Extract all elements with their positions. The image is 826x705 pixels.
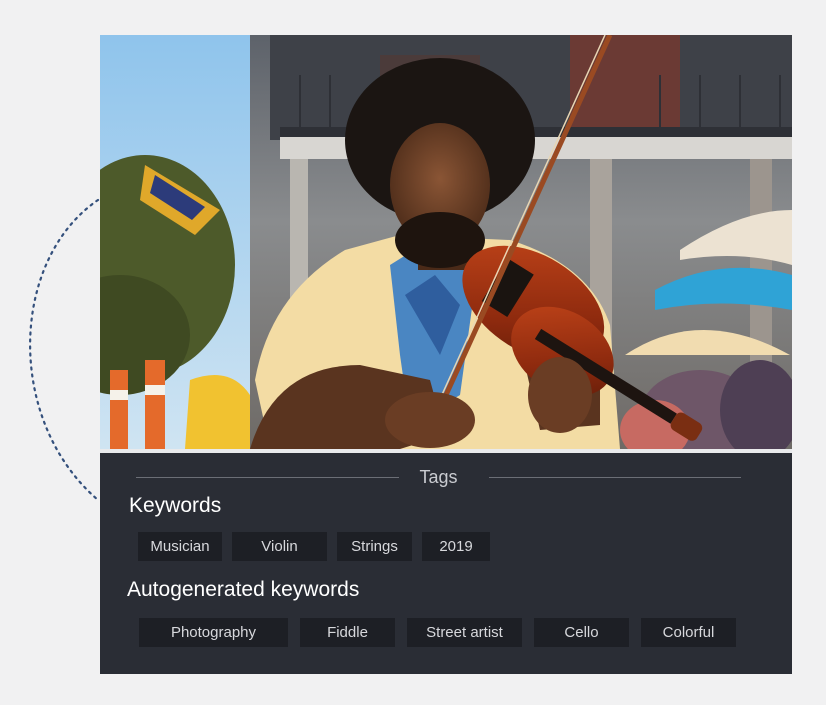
tags-header: Tags [136, 465, 741, 489]
keyword-chip[interactable]: Strings [337, 532, 412, 561]
tags-header-line-right [489, 477, 741, 478]
keywords-chip-row: Musician Violin Strings 2019 [138, 532, 500, 561]
autogenerated-chip[interactable]: Colorful [641, 618, 736, 647]
autogenerated-keywords-title: Autogenerated keywords [127, 578, 360, 601]
page: Tags Keywords Musician Violin Strings 20… [0, 0, 826, 705]
autogenerated-chip[interactable]: Photography [139, 618, 288, 647]
keywords-title: Keywords [129, 494, 222, 517]
image-tag-card: Tags Keywords Musician Violin Strings 20… [100, 35, 792, 674]
autogenerated-chip[interactable]: Fiddle [300, 618, 395, 647]
autogenerated-chip[interactable]: Street artist [407, 618, 522, 647]
keyword-chip[interactable]: 2019 [422, 532, 490, 561]
tags-panel: Tags Keywords Musician Violin Strings 20… [100, 453, 792, 674]
keyword-chip[interactable]: Violin [232, 532, 327, 561]
autogenerated-chip-row: Photography Fiddle Street artist Cello C… [139, 618, 748, 647]
autogenerated-chip[interactable]: Cello [534, 618, 629, 647]
violinist-photo[interactable] [100, 35, 792, 449]
keyword-chip[interactable]: Musician [138, 532, 222, 561]
